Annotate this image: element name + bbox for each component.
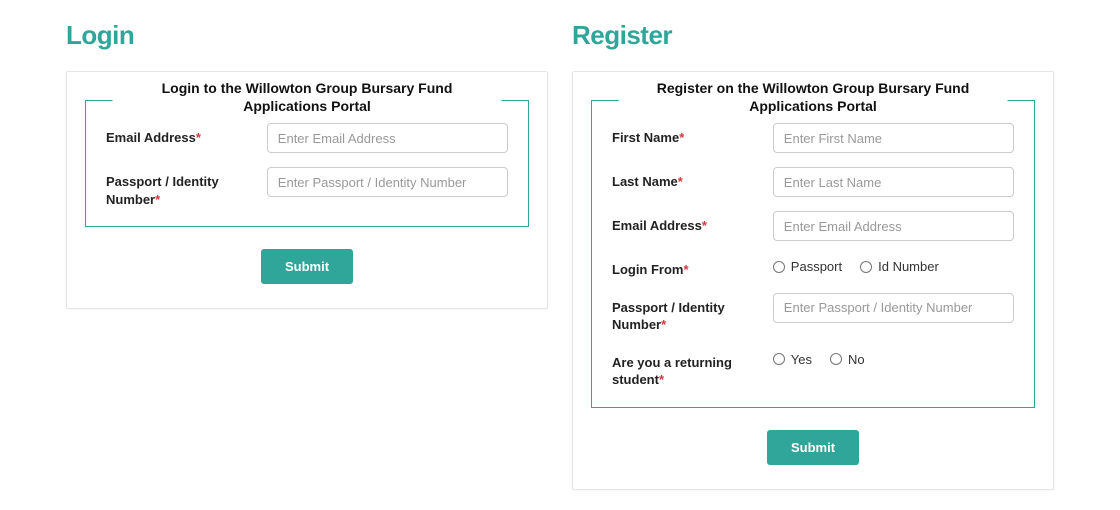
login-from-idnumber-radio[interactable]: [860, 261, 872, 273]
label-text: Last Name: [612, 174, 678, 189]
register-firstname-control: [773, 123, 1014, 153]
required-indicator: *: [196, 130, 201, 145]
register-passport-row: Passport / Identity Number*: [612, 293, 1014, 334]
login-passport-input[interactable]: [267, 167, 508, 197]
radio-label: Yes: [791, 352, 812, 367]
register-returning-control: Yes No: [773, 348, 1014, 367]
register-returning-row: Are you a returning student* Yes No: [612, 348, 1014, 389]
login-email-label: Email Address*: [106, 123, 267, 147]
label-text: Login From: [612, 262, 684, 277]
radio-label: Id Number: [878, 259, 939, 274]
login-submit-button[interactable]: Submit: [261, 249, 353, 284]
register-passport-input[interactable]: [773, 293, 1014, 323]
label-text: First Name: [612, 130, 679, 145]
login-passport-control: [267, 167, 508, 197]
login-passport-label: Passport / Identity Number*: [106, 167, 267, 208]
register-email-label: Email Address*: [612, 211, 773, 235]
radio-label: Passport: [791, 259, 842, 274]
register-passport-control: [773, 293, 1014, 323]
returning-yes-radio[interactable]: [773, 353, 785, 365]
login-legend: Login to the Willowton Group Bursary Fun…: [113, 79, 502, 115]
login-title: Login: [66, 20, 548, 51]
register-title: Register: [572, 20, 1054, 51]
label-text: Are you a returning student: [612, 355, 732, 388]
required-indicator: *: [679, 130, 684, 145]
login-submit-wrap: Submit: [67, 249, 547, 284]
login-email-input[interactable]: [267, 123, 508, 153]
login-passport-row: Passport / Identity Number*: [106, 167, 508, 208]
login-panel: Login Login to the Willowton Group Bursa…: [66, 20, 548, 490]
login-from-passport-option[interactable]: Passport: [773, 259, 842, 274]
register-firstname-row: First Name*: [612, 123, 1014, 153]
required-indicator: *: [684, 262, 689, 277]
required-indicator: *: [661, 317, 666, 332]
returning-radio-group: Yes No: [773, 348, 1014, 367]
required-indicator: *: [659, 372, 664, 387]
radio-label: No: [848, 352, 865, 367]
register-email-control: [773, 211, 1014, 241]
register-loginfrom-label: Login From*: [612, 255, 773, 279]
returning-no-radio[interactable]: [830, 353, 842, 365]
register-loginfrom-row: Login From* Passport Id Number: [612, 255, 1014, 279]
label-text: Passport / Identity Number: [106, 174, 219, 207]
required-indicator: *: [678, 174, 683, 189]
register-lastname-input[interactable]: [773, 167, 1014, 197]
register-loginfrom-control: Passport Id Number: [773, 255, 1014, 274]
label-text: Passport / Identity Number: [612, 300, 725, 333]
register-legend: Register on the Willowton Group Bursary …: [619, 79, 1008, 115]
login-email-row: Email Address*: [106, 123, 508, 153]
login-from-idnumber-option[interactable]: Id Number: [860, 259, 939, 274]
register-firstname-label: First Name*: [612, 123, 773, 147]
register-email-input[interactable]: [773, 211, 1014, 241]
login-from-passport-radio[interactable]: [773, 261, 785, 273]
register-returning-label: Are you a returning student*: [612, 348, 773, 389]
returning-yes-option[interactable]: Yes: [773, 352, 812, 367]
register-lastname-row: Last Name*: [612, 167, 1014, 197]
register-firstname-input[interactable]: [773, 123, 1014, 153]
required-indicator: *: [155, 192, 160, 207]
register-panel: Register Register on the Willowton Group…: [572, 20, 1054, 490]
register-submit-button[interactable]: Submit: [767, 430, 859, 465]
required-indicator: *: [702, 218, 707, 233]
register-email-row: Email Address*: [612, 211, 1014, 241]
register-lastname-control: [773, 167, 1014, 197]
returning-no-option[interactable]: No: [830, 352, 865, 367]
register-lastname-label: Last Name*: [612, 167, 773, 191]
label-text: Email Address: [106, 130, 196, 145]
login-from-radio-group: Passport Id Number: [773, 255, 1014, 274]
label-text: Email Address: [612, 218, 702, 233]
register-submit-wrap: Submit: [573, 430, 1053, 465]
login-email-control: [267, 123, 508, 153]
register-card: Register on the Willowton Group Bursary …: [572, 71, 1054, 490]
register-passport-label: Passport / Identity Number*: [612, 293, 773, 334]
login-fieldset: Login to the Willowton Group Bursary Fun…: [85, 100, 529, 227]
login-card: Login to the Willowton Group Bursary Fun…: [66, 71, 548, 309]
register-fieldset: Register on the Willowton Group Bursary …: [591, 100, 1035, 408]
